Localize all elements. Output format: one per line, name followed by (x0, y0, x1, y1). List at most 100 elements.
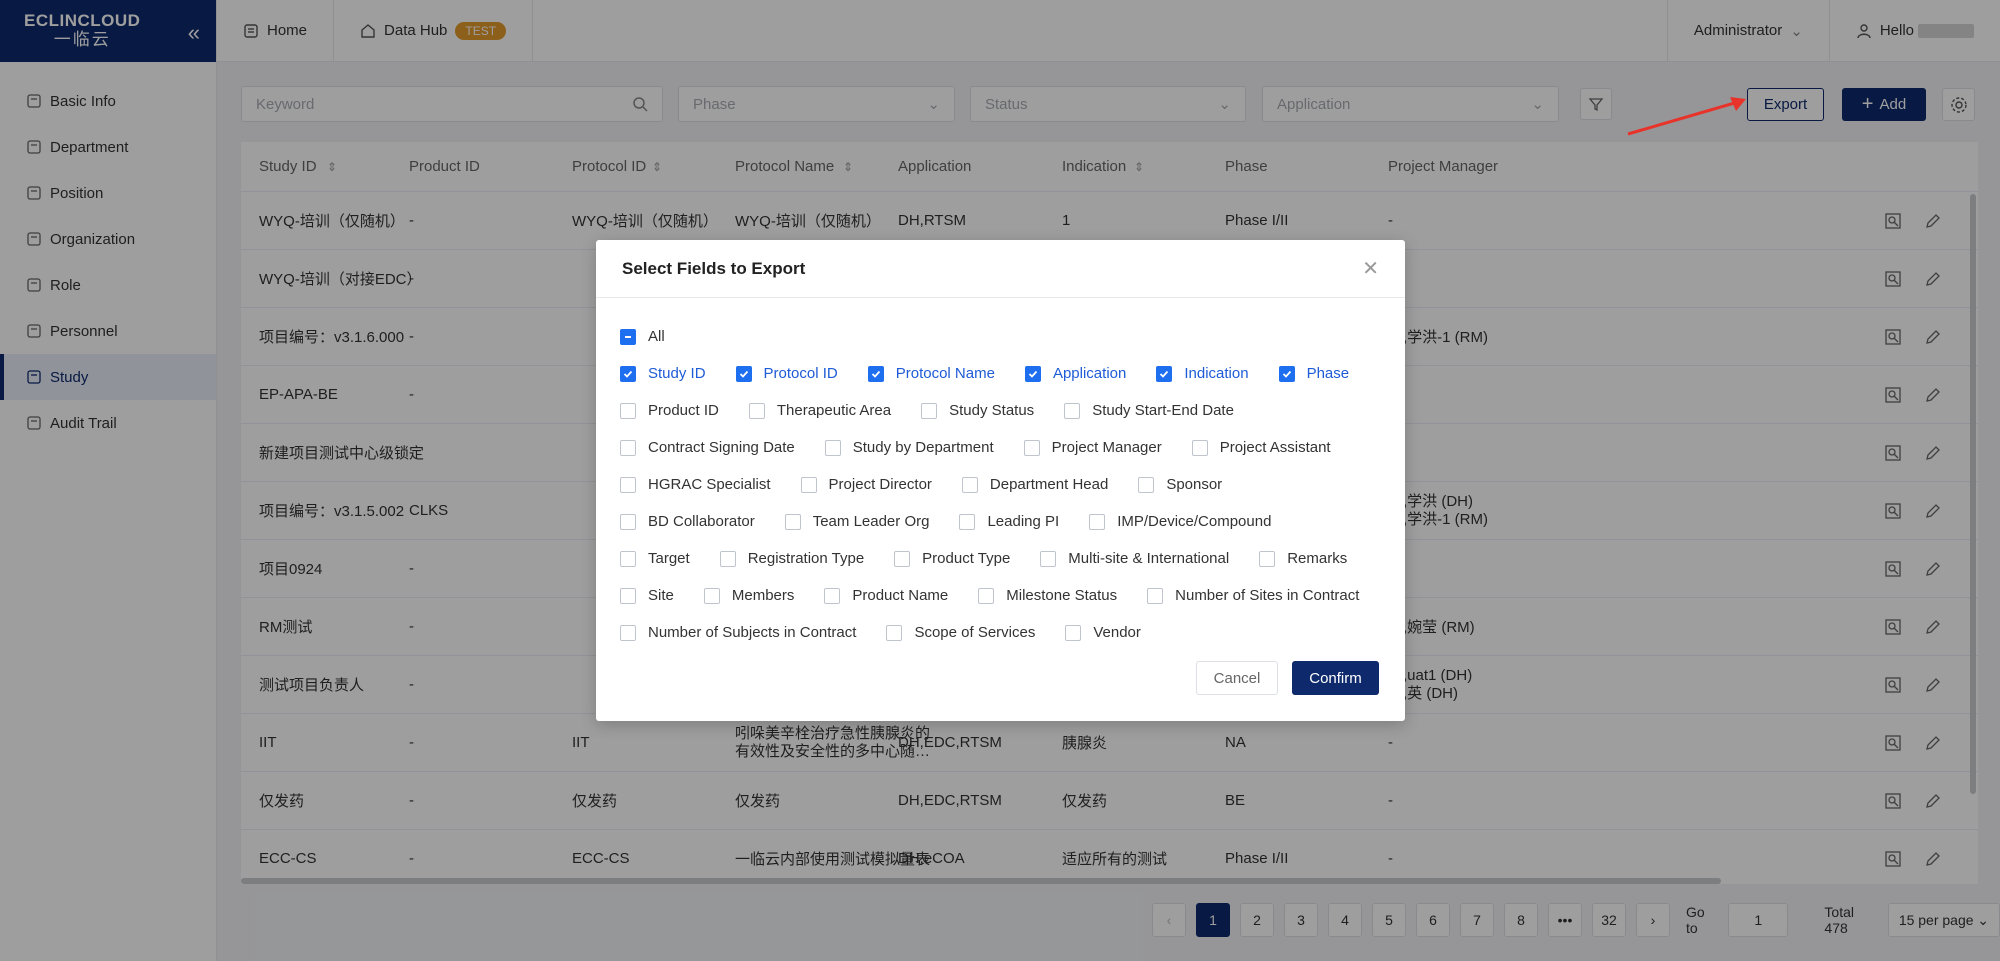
checkbox-label: Indication (1184, 365, 1249, 382)
checkbox-number-of-subjects-in-contract[interactable]: Number of Subjects in Contract (620, 624, 856, 641)
checkbox-label: Remarks (1287, 550, 1348, 567)
checkbox-label: BD Collaborator (648, 513, 755, 530)
all-row: All (620, 318, 1381, 355)
checkbox-box (1147, 587, 1164, 604)
checkbox-label: Target (648, 550, 690, 567)
checkbox-protocol-name[interactable]: Protocol Name (867, 365, 995, 382)
export-fields-dialog: Select Fields to Export ✕ All Study ID Pr… (596, 240, 1405, 721)
checkbox-box (1089, 513, 1106, 530)
checkbox-row: Study ID Protocol ID Protocol Name Applicat… (620, 355, 1381, 392)
checkbox-box (1040, 550, 1057, 567)
checkbox-scope-of-services[interactable]: Scope of Services (886, 624, 1035, 641)
annotation-arrow-icon (1627, 97, 1746, 136)
checkbox-study-by-department[interactable]: Study by Department (824, 439, 994, 456)
checkbox-study-start-end-date[interactable]: Study Start-End Date (1064, 402, 1234, 419)
checkbox-box (824, 439, 841, 456)
dialog-body: All Study ID Protocol ID Protocol Name Appl… (596, 298, 1405, 651)
checkbox-project-director[interactable]: Project Director (800, 476, 932, 493)
checkbox-label: Project Manager (1051, 439, 1162, 456)
checkbox-contract-signing-date[interactable]: Contract Signing Date (620, 439, 795, 456)
checkbox-product-name[interactable]: Product Name (824, 587, 948, 604)
checkbox-team-leader-org[interactable]: Team Leader Org (784, 513, 930, 530)
checkbox-application[interactable]: Application (1024, 365, 1127, 382)
checkbox-label: Therapeutic Area (776, 402, 892, 419)
checkbox-registration-type[interactable]: Registration Type (719, 550, 865, 567)
checkbox-box (1064, 402, 1081, 419)
checkbox-box (719, 550, 736, 567)
checkbox-sponsor[interactable]: Sponsor (1138, 476, 1222, 493)
checkbox-label: Project Assistant (1219, 439, 1331, 456)
checkbox-label: Protocol Name (895, 365, 995, 382)
checkbox-box (978, 587, 995, 604)
checkbox-bd-collaborator[interactable]: BD Collaborator (620, 513, 755, 530)
checkmark-icon (735, 365, 752, 382)
checkbox-box (703, 587, 720, 604)
checkmark-icon (867, 365, 884, 382)
checkbox-label: Phase (1306, 365, 1350, 382)
checkbox-label: Application (1052, 365, 1127, 382)
checkbox-box (620, 550, 636, 567)
checkbox-label: Registration Type (747, 550, 865, 567)
checkbox-box (800, 476, 817, 493)
checkbox-label: Protocol ID (763, 365, 838, 382)
checkbox-product-type[interactable]: Product Type (894, 550, 1010, 567)
checkbox-row: BD Collaborator Team Leader Org Leading PI… (620, 503, 1381, 540)
checkbox-box (1065, 624, 1082, 641)
checkbox-therapeutic-area[interactable]: Therapeutic Area (748, 402, 892, 419)
confirm-button[interactable]: Confirm (1292, 661, 1379, 695)
checkbox-milestone-status[interactable]: Milestone Status (978, 587, 1117, 604)
checkbox-members[interactable]: Members (703, 587, 794, 604)
checkmark-icon (1156, 365, 1173, 382)
checkbox-box (784, 513, 801, 530)
checkbox-study-status[interactable]: Study Status (921, 402, 1034, 419)
checkmark-icon (1278, 365, 1295, 382)
checkbox-phase[interactable]: Phase (1278, 365, 1350, 382)
cancel-button[interactable]: Cancel (1196, 661, 1278, 695)
checkbox-row: Product ID Therapeutic Area Study Status St… (620, 392, 1381, 429)
checkbox-remarks[interactable]: Remarks (1259, 550, 1347, 567)
checkbox-box (824, 587, 841, 604)
close-icon[interactable]: ✕ (1362, 256, 1379, 281)
checkbox-row: HGRAC Specialist Project Director Departme… (620, 466, 1381, 503)
checkbox-row: Number of Subjects in Contract Scope of S… (620, 614, 1381, 651)
checkbox-target[interactable]: Target (620, 550, 690, 567)
checkbox-site[interactable]: Site (620, 587, 674, 604)
checkbox-label: Study ID (648, 365, 706, 382)
dialog-title: Select Fields to Export (622, 258, 806, 278)
checkbox-label: IMP/Device/Compound (1117, 513, 1272, 530)
checkbox-multi-site-international[interactable]: Multi-site & International (1040, 550, 1229, 567)
checkbox-study-id[interactable]: Study ID (620, 365, 706, 382)
checkbox-hgrac-specialist[interactable]: HGRAC Specialist (620, 476, 771, 493)
checkbox-label: Multi-site & International (1068, 550, 1230, 567)
checkbox-box (1191, 439, 1208, 456)
checkbox-vendor[interactable]: Vendor (1065, 624, 1141, 641)
checkmark-icon (620, 365, 636, 382)
checkbox-box (748, 402, 765, 419)
checkbox-imp-device-compound[interactable]: IMP/Device/Compound (1089, 513, 1271, 530)
checkbox-row: Site Members Product Name Milestone Status N… (620, 577, 1381, 614)
dialog-header: Select Fields to Export ✕ (596, 240, 1405, 298)
checkbox-box (620, 513, 636, 530)
checkbox-indication[interactable]: Indication (1156, 365, 1249, 382)
checkbox-protocol-id[interactable]: Protocol ID (735, 365, 838, 382)
checkbox-box (961, 476, 978, 493)
checkbox-label: Product Type (922, 550, 1011, 567)
checkbox-project-manager[interactable]: Project Manager (1023, 439, 1162, 456)
checkbox-number-of-sites-in-contract[interactable]: Number of Sites in Contract (1147, 587, 1359, 604)
checkbox-label: Site (648, 587, 674, 604)
checkbox-department-head[interactable]: Department Head (961, 476, 1108, 493)
checkbox-project-assistant[interactable]: Project Assistant (1191, 439, 1331, 456)
checkbox-row: Contract Signing Date Study by Department… (620, 429, 1381, 466)
checkbox-leading-pi[interactable]: Leading PI (959, 513, 1059, 530)
checkbox-box (886, 624, 903, 641)
checkbox-box (894, 550, 911, 567)
checkbox-label: Study Start-End Date (1092, 402, 1234, 419)
checkbox-product-id[interactable]: Product ID (620, 402, 719, 419)
checkbox-label: Team Leader Org (812, 513, 930, 530)
checkbox-box (959, 513, 976, 530)
checkbox-box (620, 587, 636, 604)
checkbox-row: Target Registration Type Product Type Multi… (620, 540, 1381, 577)
checkbox-box (620, 402, 636, 419)
checkbox-label: Number of Subjects in Contract (648, 624, 857, 641)
checkbox-all[interactable]: All (620, 328, 665, 345)
